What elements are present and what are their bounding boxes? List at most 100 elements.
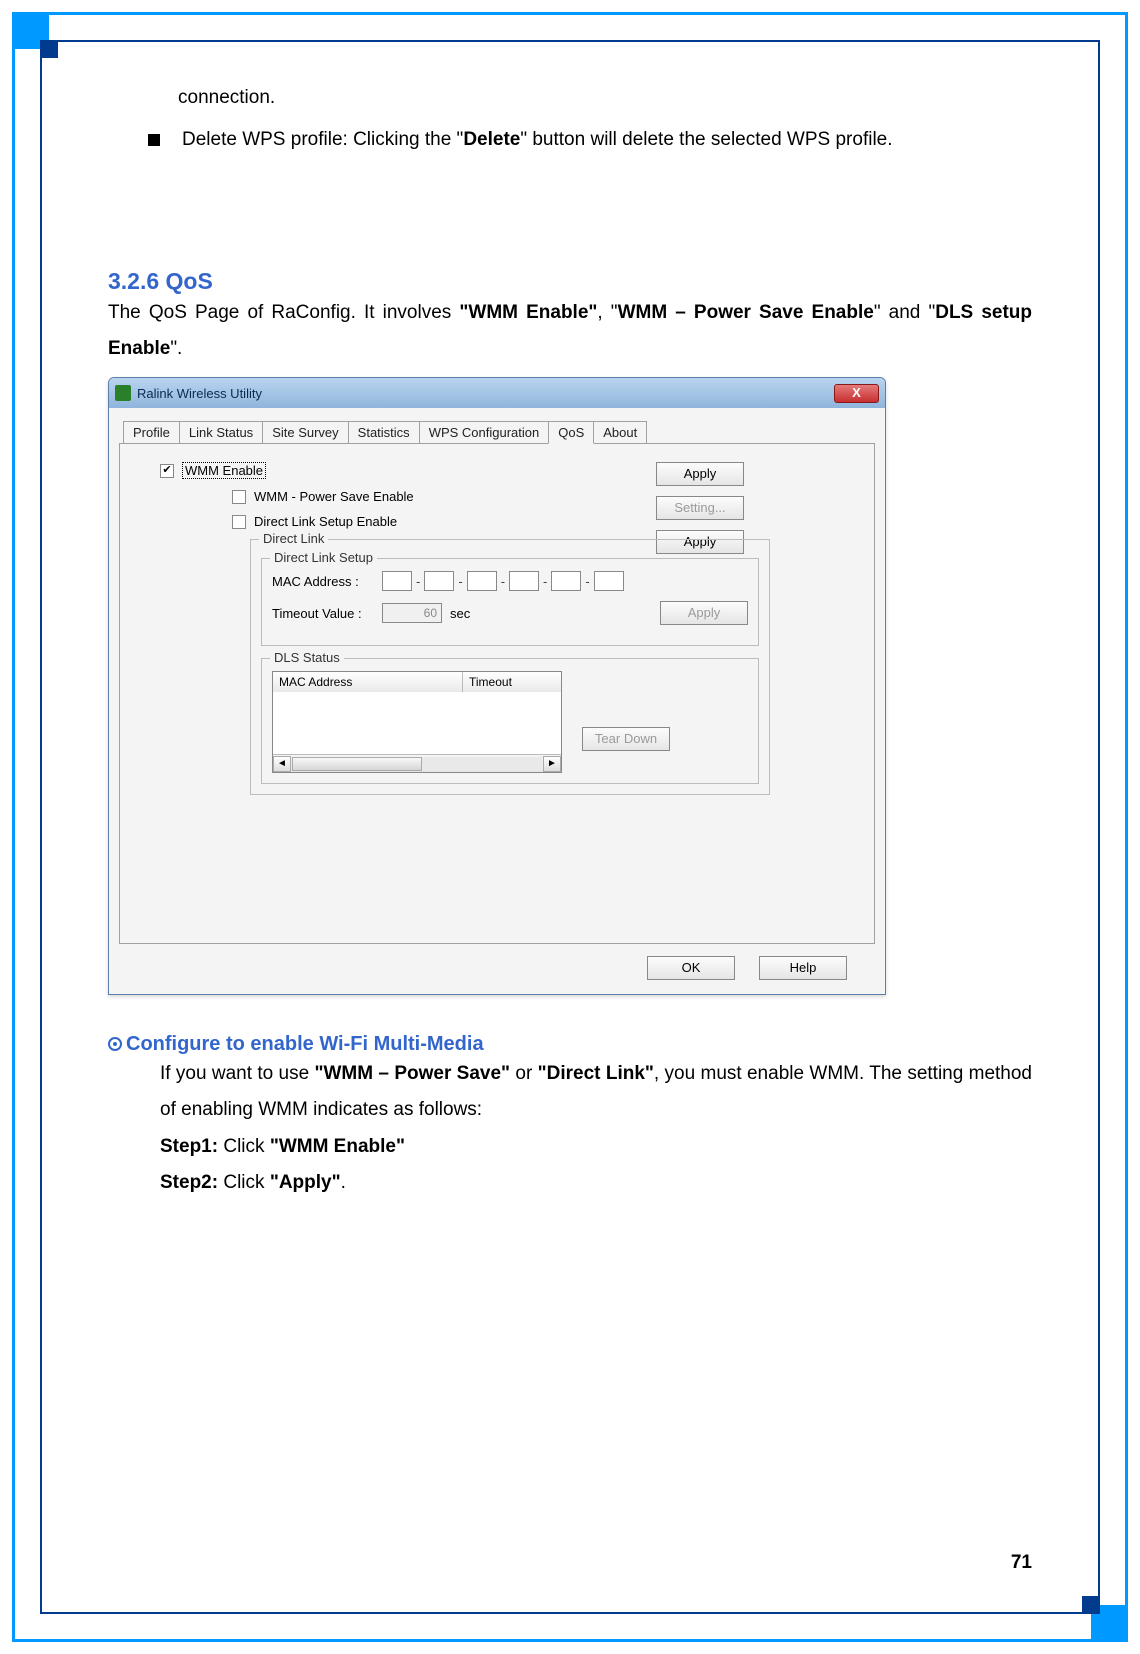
wmm-enable-row: WMM Enable (160, 462, 858, 479)
dls-status-fieldset: DLS Status MAC Address Timeout ◄ (261, 658, 759, 784)
step1-mid: Click (218, 1136, 270, 1157)
square-bullet-icon (148, 134, 160, 146)
bullet-delete-wps: Delete WPS profile: Clicking the "Delete… (148, 122, 1032, 158)
direct-link-setup-legend: Direct Link Setup (270, 550, 377, 565)
intro-continuation: connection. (178, 80, 1032, 116)
table-body (273, 692, 561, 754)
direct-link-legend: Direct Link (259, 531, 328, 546)
qos-tab-panel: Apply Setting... Apply WMM Enable WMM - … (119, 444, 875, 944)
tab-wps-config[interactable]: WPS Configuration (419, 421, 550, 443)
tab-strip: Profile Link Status Site Survey Statisti… (119, 418, 875, 444)
inner-corner-tl (40, 40, 58, 58)
cfg-b2: "Direct Link" (538, 1063, 654, 1084)
step2-mid: Click (218, 1172, 270, 1193)
dls-enable-label: Direct Link Setup Enable (254, 514, 397, 529)
cfg-t2: or (510, 1063, 538, 1084)
col-timeout[interactable]: Timeout (463, 672, 561, 692)
bullet-prefix: Delete WPS profile: Clicking the " (182, 129, 463, 150)
window-titlebar: Ralink Wireless Utility X (109, 378, 885, 408)
ok-button[interactable]: OK (647, 956, 735, 980)
window-close-button[interactable]: X (834, 384, 879, 403)
page-content: connection. Delete WPS profile: Clicking… (108, 80, 1032, 1574)
step2-target: "Apply" (270, 1172, 341, 1193)
para-t4: ". (170, 338, 182, 359)
step2-label: Step2: (160, 1172, 218, 1193)
scroll-right-icon[interactable]: ► (543, 756, 561, 772)
apply-mac-button[interactable]: Apply (660, 601, 748, 625)
step1-target: "WMM Enable" (270, 1136, 405, 1157)
step1-line: Step1: Click "WMM Enable" (160, 1129, 1032, 1165)
tab-link-status[interactable]: Link Status (179, 421, 263, 443)
help-button[interactable]: Help (759, 956, 847, 980)
mac-octet-5[interactable] (551, 571, 581, 591)
timeout-input[interactable]: 60 (382, 603, 442, 623)
window-title: Ralink Wireless Utility (137, 386, 262, 401)
mac-octet-4[interactable] (509, 571, 539, 591)
scroll-thumb[interactable] (292, 757, 422, 771)
mac-inputs: - - - - - (382, 571, 624, 591)
qos-paragraph: The QoS Page of RaConfig. It involves "W… (108, 295, 1032, 367)
step2-end: . (341, 1172, 346, 1193)
setting-button[interactable]: Setting... (656, 496, 744, 520)
wmm-ps-checkbox[interactable] (232, 490, 246, 504)
ralink-window: Ralink Wireless Utility X Profile Link S… (108, 377, 886, 995)
section-heading-qos: 3.2.6 QoS (108, 268, 1032, 295)
tab-site-survey[interactable]: Site Survey (262, 421, 348, 443)
tab-profile[interactable]: Profile (123, 421, 180, 443)
para-t1: The QoS Page of RaConfig. It involves (108, 302, 459, 323)
wmm-enable-label: WMM Enable (182, 462, 266, 479)
mac-address-row: MAC Address : - - - - - (272, 571, 748, 591)
dls-enable-row: Direct Link Setup Enable (232, 514, 858, 529)
inner-corner-br (1082, 1596, 1100, 1614)
timeout-label: Timeout Value : (272, 606, 382, 621)
bullet-suffix: " button will delete the selected WPS pr… (520, 129, 892, 150)
direct-link-setup-fieldset: Direct Link Setup MAC Address : - - - - … (261, 558, 759, 646)
para-b1: "WMM Enable" (459, 302, 597, 323)
col-mac-address[interactable]: MAC Address (273, 672, 463, 692)
mac-octet-2[interactable] (424, 571, 454, 591)
timeout-unit: sec (450, 606, 470, 621)
mac-sep: - (458, 574, 462, 589)
tab-statistics[interactable]: Statistics (348, 421, 420, 443)
mac-sep: - (585, 574, 589, 589)
para-t2: , " (597, 302, 617, 323)
mac-octet-6[interactable] (594, 571, 624, 591)
configure-paragraph: If you want to use "WMM – Power Save" or… (160, 1056, 1032, 1128)
mac-octet-1[interactable] (382, 571, 412, 591)
bullet-bold: Delete (463, 129, 520, 150)
mac-sep: - (416, 574, 420, 589)
cfg-t1: If you want to use (160, 1063, 314, 1084)
configure-heading: Configure to enable Wi-Fi Multi-Media (108, 1033, 1032, 1056)
para-t3: " and " (874, 302, 935, 323)
wmm-enable-checkbox[interactable] (160, 464, 174, 478)
dialog-button-bar: OK Help (119, 944, 875, 980)
tear-down-button[interactable]: Tear Down (582, 727, 670, 751)
dls-status-legend: DLS Status (270, 650, 344, 665)
direct-link-fieldset: Direct Link Direct Link Setup MAC Addres… (250, 539, 770, 795)
configure-heading-text: Configure to enable Wi-Fi Multi-Media (126, 1033, 484, 1055)
step1-label: Step1: (160, 1136, 218, 1157)
app-icon (115, 385, 131, 401)
tab-qos[interactable]: QoS (548, 421, 594, 444)
step2-line: Step2: Click "Apply". (160, 1165, 1032, 1201)
dls-status-table: MAC Address Timeout ◄ ► (272, 671, 562, 773)
para-b2: WMM – Power Save Enable (618, 302, 874, 323)
odot-bullet-icon (108, 1037, 122, 1051)
mac-octet-3[interactable] (467, 571, 497, 591)
horizontal-scrollbar[interactable]: ◄ ► (273, 754, 561, 772)
wmm-ps-row: WMM - Power Save Enable (232, 489, 858, 504)
scroll-left-icon[interactable]: ◄ (273, 756, 291, 772)
mac-address-label: MAC Address : (272, 574, 382, 589)
scroll-track[interactable] (292, 757, 542, 771)
timeout-row: Timeout Value : 60 sec Apply (272, 601, 748, 625)
cfg-b1: "WMM – Power Save" (314, 1063, 510, 1084)
bullet-text: Delete WPS profile: Clicking the "Delete… (182, 122, 893, 158)
wmm-ps-label: WMM - Power Save Enable (254, 489, 414, 504)
screenshot-container: Ralink Wireless Utility X Profile Link S… (108, 377, 1032, 995)
mac-sep: - (501, 574, 505, 589)
tab-about[interactable]: About (593, 421, 647, 443)
page-number: 71 (1011, 1552, 1032, 1574)
mac-sep: - (543, 574, 547, 589)
apply-wmm-button[interactable]: Apply (656, 462, 744, 486)
dls-enable-checkbox[interactable] (232, 515, 246, 529)
